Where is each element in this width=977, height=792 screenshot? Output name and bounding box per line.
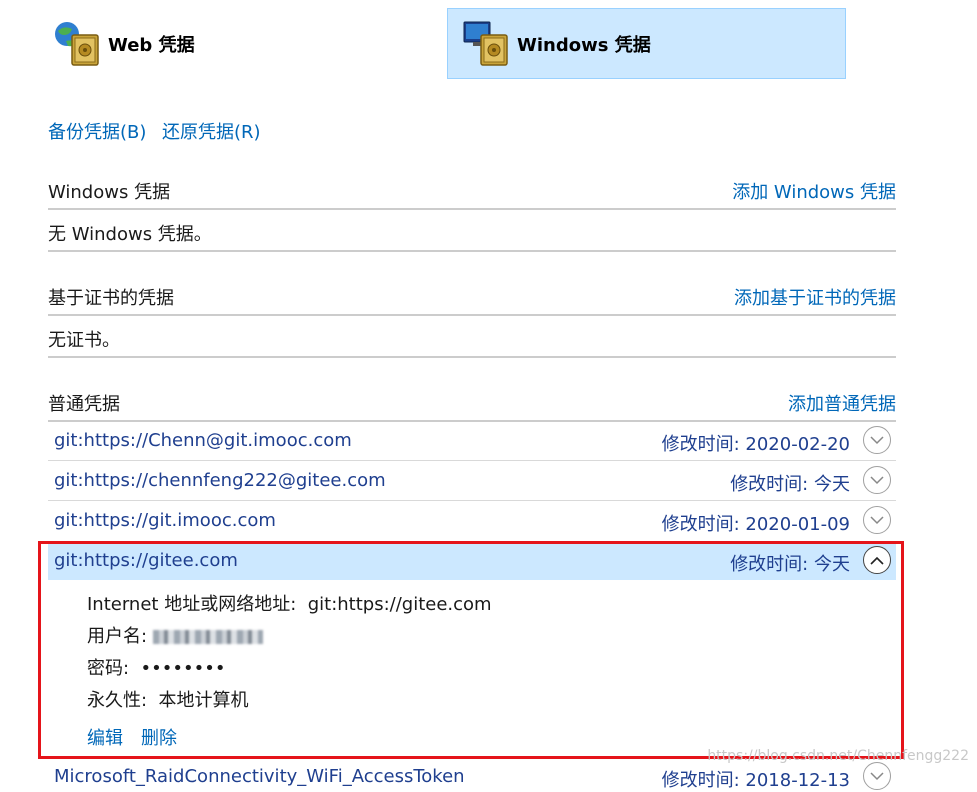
windows-credentials-empty-text: 无 Windows 凭据。 [48,224,212,245]
certificate-credentials-heading: 基于证书的凭据 [48,288,174,309]
expand-chevron-down-icon[interactable] [863,466,891,494]
add-generic-credential-link[interactable]: 添加普通凭据 [788,390,896,416]
add-certificate-credential-link[interactable]: 添加基于证书的凭据 [734,284,896,310]
tab-web-credentials[interactable]: Web 凭据 [52,8,352,79]
credential-name: git:https://chennfeng222@gitee.com [54,470,386,491]
windows-vault-icon [461,19,511,69]
tab-windows-label: Windows 凭据 [517,34,651,56]
credential-modified: 修改时间: 今天 [730,474,850,495]
divider [48,356,896,358]
restore-credentials-link[interactable]: 还原凭据(R) [162,118,261,144]
credential-name: git:https://Chenn@git.imooc.com [54,430,352,451]
expand-chevron-down-icon[interactable] [863,506,891,534]
credential-name: git:https://git.imooc.com [54,510,276,531]
generic-credentials-heading: 普通凭据 [48,394,120,415]
add-windows-credential-link[interactable]: 添加 Windows 凭据 [732,178,896,204]
credential-modified: 修改时间: 2018-12-13 [661,770,850,791]
divider [48,314,896,316]
highlight-annotation-box [38,541,904,759]
divider [48,250,896,252]
web-vault-icon [52,19,102,69]
expand-chevron-down-icon[interactable] [863,762,891,790]
expand-chevron-down-icon[interactable] [863,426,891,454]
backup-credentials-link[interactable]: 备份凭据(B) [48,118,146,144]
windows-credentials-heading: Windows 凭据 [48,182,171,203]
certificate-empty-text: 无证书。 [48,330,120,351]
tab-windows-credentials[interactable]: Windows 凭据 [447,8,846,79]
watermark: https://blog.csdn.net/Chennfengg222 [707,748,969,764]
credential-modified: 修改时间: 2020-02-20 [661,434,850,455]
tab-web-label: Web 凭据 [108,34,195,56]
divider [48,208,896,210]
credential-modified: 修改时间: 2020-01-09 [661,514,850,535]
